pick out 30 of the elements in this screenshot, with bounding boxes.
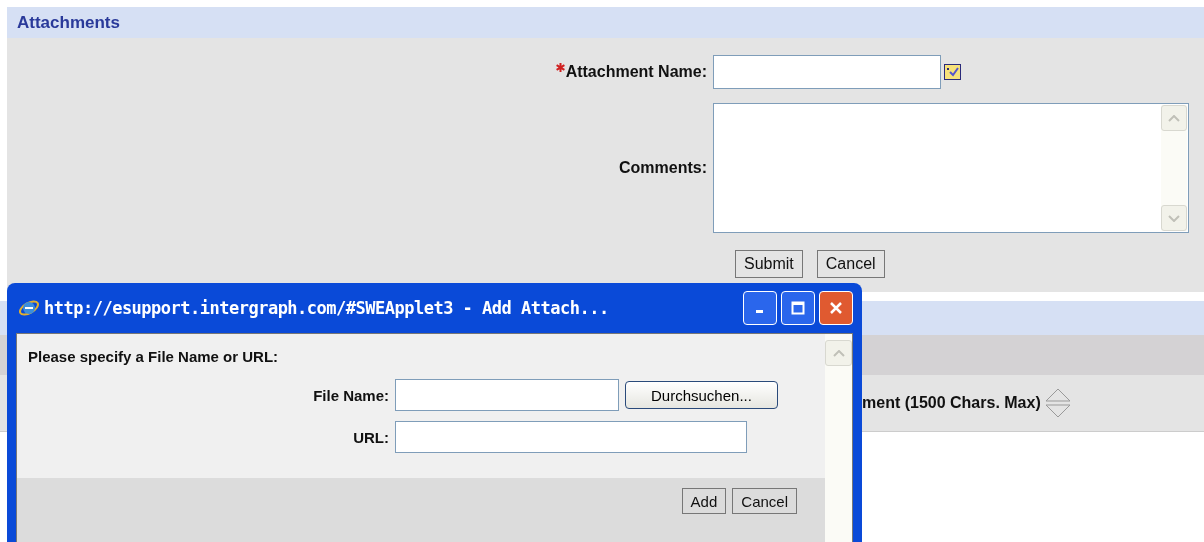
chevron-down-icon[interactable] — [1168, 214, 1180, 222]
browse-button[interactable]: Durchsuchen... — [625, 381, 778, 409]
window-title: http://esupport.intergraph.com/#SWEApplet3 - Add Attach... — [44, 298, 609, 318]
form-button[interactable]: Cancel — [816, 250, 885, 278]
column-header[interactable]: ment (1500 Chars. Max) — [862, 394, 1041, 412]
scrollbar[interactable] — [825, 334, 852, 542]
url-field[interactable] — [395, 421, 747, 453]
close-icon[interactable] — [829, 301, 843, 315]
field-label: Comments: — [619, 159, 707, 177]
file-name-field[interactable] — [395, 379, 619, 411]
maximize-button[interactable] — [781, 291, 815, 325]
dialog-button[interactable]: Cancel — [732, 488, 797, 514]
dialog-button[interactable]: Add — [681, 488, 727, 514]
form-button[interactable]: Submit — [735, 250, 803, 278]
checklist-icon[interactable] — [944, 64, 961, 80]
maximize-icon[interactable] — [791, 301, 805, 315]
chevron-up-icon[interactable] — [1168, 114, 1180, 122]
field-label: URL: — [352, 428, 389, 446]
chevron-up-icon[interactable] — [832, 349, 845, 357]
scrollbar[interactable] — [1161, 105, 1187, 231]
instruction-text: Please specify a File Name or URL: — [28, 348, 280, 365]
minimize-button[interactable] — [743, 291, 777, 325]
field-label: File Name: — [312, 386, 389, 404]
close-button[interactable] — [819, 291, 853, 325]
browser-e-icon — [18, 297, 40, 319]
comments-field[interactable] — [713, 103, 1189, 233]
sort-icon[interactable] — [1044, 388, 1071, 418]
text-field[interactable] — [713, 55, 941, 89]
section-title: Attachments — [17, 12, 120, 33]
field-label: Attachment Name: — [565, 63, 707, 81]
